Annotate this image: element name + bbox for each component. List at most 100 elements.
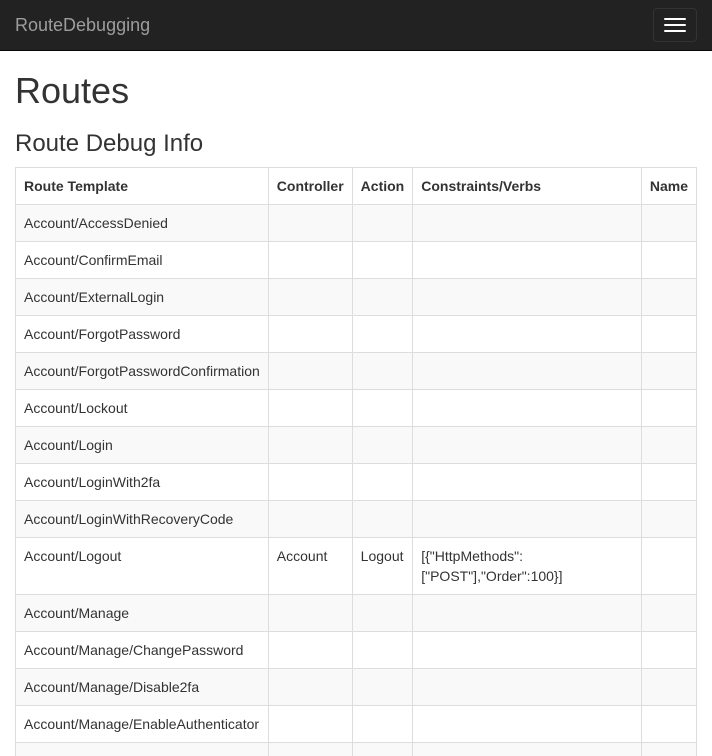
table-row: Account/ForgotPasswordConfirmation (16, 352, 697, 389)
cell-constraints (413, 389, 642, 426)
cell-constraints (413, 241, 642, 278)
cell-route_template: Account/Manage/ChangePassword (16, 631, 269, 668)
routes-table: Route Template Controller Action Constra… (15, 167, 697, 756)
table-row: Account/Login (16, 426, 697, 463)
cell-constraints (413, 315, 642, 352)
navbar-brand[interactable]: RouteDebugging (15, 0, 150, 50)
cell-route_template: Account/ForgotPasswordConfirmation (16, 352, 269, 389)
cell-name (641, 500, 696, 537)
cell-controller (268, 352, 352, 389)
cell-constraints (413, 463, 642, 500)
cell-controller (268, 204, 352, 241)
table-row: Account/Manage/Disable2fa (16, 668, 697, 705)
cell-action (352, 594, 413, 631)
cell-action (352, 241, 413, 278)
page-subtitle: Route Debug Info (15, 131, 697, 157)
cell-route_template: Account/ExternalLogin (16, 278, 269, 315)
th-constraints: Constraints/Verbs (413, 167, 642, 204)
table-row: Account/Manage/EnableAuthenticator (16, 705, 697, 742)
cell-action (352, 668, 413, 705)
cell-controller (268, 742, 352, 756)
cell-name (641, 537, 696, 594)
cell-route_template: Account/Manage/Disable2fa (16, 668, 269, 705)
cell-controller (268, 241, 352, 278)
cell-controller (268, 278, 352, 315)
cell-action: Logout (352, 537, 413, 594)
hamburger-bar-icon (664, 18, 686, 20)
cell-constraints (413, 278, 642, 315)
cell-constraints (413, 204, 642, 241)
cell-constraints (413, 426, 642, 463)
cell-constraints (413, 742, 642, 756)
cell-controller (268, 463, 352, 500)
table-row: Account/LoginWithRecoveryCode (16, 500, 697, 537)
cell-name (641, 668, 696, 705)
cell-name (641, 426, 696, 463)
cell-action (352, 631, 413, 668)
cell-route_template: Account/Manage/ExternalLogins (16, 742, 269, 756)
cell-name (641, 705, 696, 742)
cell-action (352, 500, 413, 537)
cell-action (352, 705, 413, 742)
cell-action (352, 742, 413, 756)
cell-route_template: Account/Logout (16, 537, 269, 594)
cell-name (641, 631, 696, 668)
cell-constraints: [{"HttpMethods":["POST"],"Order":100}] (413, 537, 642, 594)
cell-route_template: Account/LoginWithRecoveryCode (16, 500, 269, 537)
cell-controller (268, 594, 352, 631)
cell-constraints (413, 705, 642, 742)
cell-name (641, 204, 696, 241)
cell-route_template: Account/Login (16, 426, 269, 463)
cell-route_template: Account/ConfirmEmail (16, 241, 269, 278)
main-container: Routes Route Debug Info Route Template C… (0, 71, 712, 756)
cell-action (352, 204, 413, 241)
cell-controller (268, 426, 352, 463)
navbar-toggle-button[interactable] (653, 8, 697, 42)
table-row: Account/AccessDenied (16, 204, 697, 241)
table-row: Account/LoginWith2fa (16, 463, 697, 500)
cell-action (352, 426, 413, 463)
cell-name (641, 241, 696, 278)
cell-name (641, 742, 696, 756)
cell-controller (268, 389, 352, 426)
cell-controller (268, 315, 352, 352)
cell-name (641, 278, 696, 315)
th-name: Name (641, 167, 696, 204)
cell-controller: Account (268, 537, 352, 594)
cell-constraints (413, 668, 642, 705)
table-row: Account/Manage/ExternalLogins (16, 742, 697, 756)
table-header-row: Route Template Controller Action Constra… (16, 167, 697, 204)
cell-route_template: Account/Manage (16, 594, 269, 631)
table-row: Account/ConfirmEmail (16, 241, 697, 278)
cell-constraints (413, 631, 642, 668)
hamburger-bar-icon (664, 24, 686, 26)
cell-route_template: Account/Lockout (16, 389, 269, 426)
cell-constraints (413, 594, 642, 631)
table-row: Account/Manage/ChangePassword (16, 631, 697, 668)
cell-route_template: Account/Manage/EnableAuthenticator (16, 705, 269, 742)
cell-controller (268, 668, 352, 705)
cell-name (641, 463, 696, 500)
cell-name (641, 315, 696, 352)
table-row: Account/Lockout (16, 389, 697, 426)
cell-route_template: Account/ForgotPassword (16, 315, 269, 352)
cell-controller (268, 631, 352, 668)
cell-name (641, 389, 696, 426)
cell-action (352, 278, 413, 315)
th-controller: Controller (268, 167, 352, 204)
cell-name (641, 594, 696, 631)
cell-action (352, 352, 413, 389)
cell-constraints (413, 352, 642, 389)
cell-action (352, 389, 413, 426)
table-row: Account/Manage (16, 594, 697, 631)
viewport[interactable]: RouteDebugging Routes Route Debug Info R… (0, 0, 712, 756)
cell-constraints (413, 500, 642, 537)
cell-controller (268, 705, 352, 742)
hamburger-bar-icon (664, 30, 686, 32)
th-action: Action (352, 167, 413, 204)
cell-controller (268, 500, 352, 537)
table-row: Account/ForgotPassword (16, 315, 697, 352)
cell-name (641, 352, 696, 389)
cell-action (352, 463, 413, 500)
cell-action (352, 315, 413, 352)
